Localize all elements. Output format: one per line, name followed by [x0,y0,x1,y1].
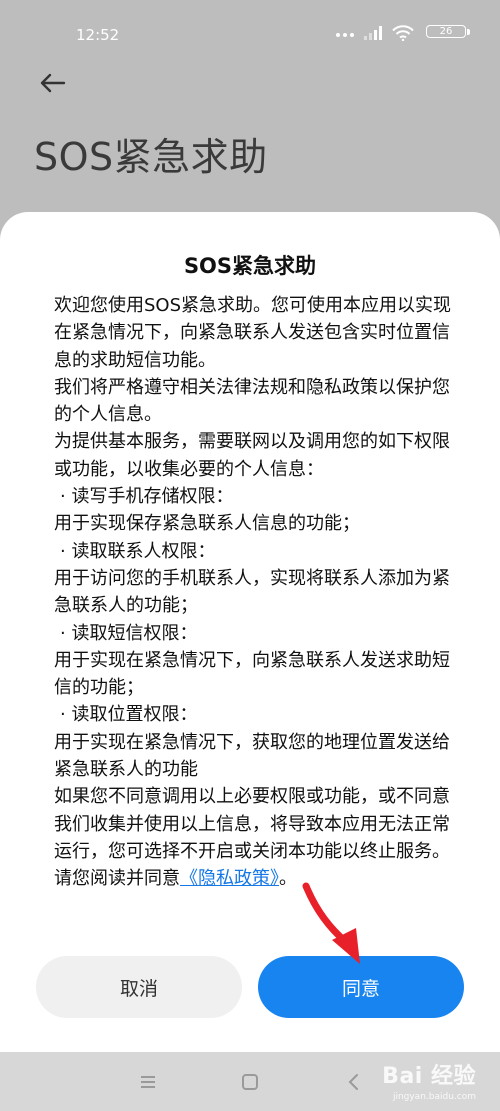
navigation-bar: Bai 经验 jingyan.baidu.com [0,1052,500,1111]
back-button[interactable] [34,66,70,102]
privacy-consent-suffix: 。 [279,868,297,890]
cancel-button[interactable]: 取消 [36,956,242,1018]
dialog-paragraph: 用于实现在紧急情况下，向紧急联系人发送求助短信的功能； [54,649,450,699]
signal-bars-icon [364,26,384,40]
dialog-paragraph: 用于访问您的手机联系人，实现将联系人添加为紧急联系人的功能； [54,567,450,617]
privacy-consent-line: 请您阅读并同意《隐私政策》。 [54,865,454,892]
watermark: Bai 经验 jingyan.baidu.com [382,1058,476,1102]
dialog-paragraph: 用于实现保存紧急联系人信息的功能； [54,513,360,535]
signal-dots-icon [336,33,360,39]
menu-icon[interactable] [136,1070,160,1094]
battery-level: 26 [426,25,466,38]
dialog-paragraph: 用于实现在紧急情况下，获取您的地理位置发送给紧急联系人的功能 [54,731,450,781]
watermark-logo: Bai 经验 [382,1064,476,1089]
dialog-paragraph: · 读取联系人权限： [60,540,216,562]
dialog-title: SOS紧急求助 [183,254,317,278]
privacy-policy-link[interactable]: 《隐私政策》 [180,868,279,889]
status-icons: 26 [322,24,472,44]
privacy-consent-text: 请您阅读并同意 [54,868,180,890]
wifi-icon [392,25,414,41]
page-title: SOS紧急求助 [34,135,268,179]
dialog-paragraph: · 读写手机存储权限： [60,486,234,508]
watermark-url: jingyan.baidu.com [392,1092,476,1102]
dialog-paragraph: 欢迎您使用SOS紧急求助。您可使用本应用以实现在紧急情况下，向紧急联系人发送包含… [54,295,452,371]
permission-dialog: SOS紧急求助 欢迎您使用SOS紧急求助。您可使用本应用以实现在紧急情况下，向紧… [0,212,500,1052]
home-icon[interactable] [238,1070,262,1094]
status-time: 12:52 [76,26,120,44]
status-bar: 12:52 26 [0,0,500,60]
back-icon[interactable] [342,1070,366,1094]
arrow-left-icon [40,73,66,93]
dialog-paragraph: 如果您不同意调用以上必要权限或功能，或不同意我们收集并使用以上信息，将导致本应用… [54,786,450,862]
dialog-paragraph: 我们将严格遵守相关法律法规和隐私政策以保护您的个人信息。 [54,376,450,426]
annotation-arrow-icon [302,882,360,964]
dialog-paragraph: · 读取位置权限： [60,704,198,726]
dialog-paragraph: · 读取短信权限： [60,622,198,644]
battery-tip [467,29,470,35]
dialog-body: 欢迎您使用SOS紧急求助。您可使用本应用以实现在紧急情况下，向紧急联系人发送包含… [54,292,454,893]
battery-icon: 26 [426,25,472,40]
dialog-paragraph: 为提供基本服务，需要联网以及调用您的如下权限或功能，以收集必要的个人信息： [54,431,450,480]
